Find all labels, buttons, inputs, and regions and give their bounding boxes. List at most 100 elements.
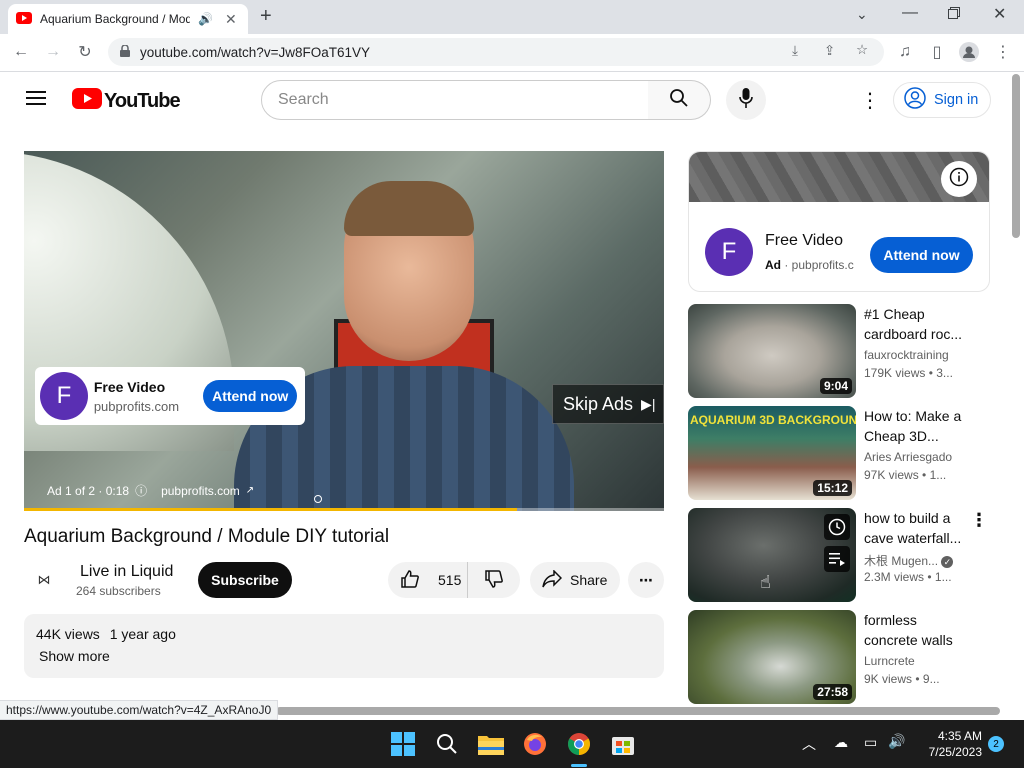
recommendation-channel[interactable]: fauxrocktraining [864,348,949,362]
address-bar[interactable]: youtube.com/watch?v=Jw8FOaT61VY ⤓ ⇪ ☆ [108,38,884,66]
windows-taskbar: ︿ ☁ ▭ 🔊 4:35 AM 7/25/2023 2 [0,720,1024,768]
restore-icon[interactable] [948,6,960,24]
recommendation-more-icon[interactable]: ⋮ [970,510,988,531]
new-tab-icon[interactable]: + [260,5,272,28]
side-panel-icon[interactable]: ▯ [924,39,950,65]
clock[interactable]: 4:35 AM 7/25/2023 [918,728,982,760]
tab-search-chevron-icon[interactable]: ⌄ [856,6,868,23]
bookmark-star-icon[interactable]: ☆ [856,42,868,58]
video-thumbnail[interactable]: 27:58 [688,610,856,704]
settings-more-icon[interactable]: ⋮ [860,88,880,113]
player-overlay-ad[interactable]: F Free Video pubprofits.com Attend now [35,367,305,425]
browser-tab[interactable]: Aquarium Background / Module DIY tutoria… [8,4,248,34]
chrome-icon[interactable] [565,730,593,758]
file-explorer-icon[interactable] [477,730,505,758]
notification-badge[interactable]: 2 [988,736,1004,752]
side-ad-title: Free Video [765,232,843,249]
browser-tab-strip: Aquarium Background / Module DIY tutoria… [0,0,1024,34]
thumbs-up-icon [400,569,420,592]
firefox-icon[interactable] [521,730,549,758]
share-button[interactable]: Share [530,562,620,598]
display-icon[interactable]: ▭ [864,734,877,751]
recommendation-meta: 179K views • 3... [864,366,953,380]
more-actions-button[interactable]: ⋯ [628,562,664,598]
search-button[interactable] [648,80,711,120]
recommendation-item[interactable]: 27:58 formless concrete walls Lurncrete … [688,610,998,704]
show-hidden-icons-chevron-icon[interactable]: ︿ [802,734,816,754]
youtube-play-logo-icon [72,88,102,114]
volume-icon[interactable]: 🔊 [888,733,905,750]
search-input[interactable]: Search [261,80,649,120]
rec-age: 1... [934,570,952,584]
video-thumbnail[interactable]: ☝ [688,508,856,602]
subscribe-button[interactable]: Subscribe [198,562,292,598]
channel-avatar[interactable]: ⋈ [26,562,62,598]
video-thumbnail[interactable]: 9:04 [688,304,856,398]
video-player[interactable] [24,151,664,511]
network-icon[interactable]: ☁ [834,734,848,751]
voice-search-button[interactable] [726,80,766,120]
recommendation-item[interactable]: ☝ how to build a cave waterfall... ⋮ 木根 … [688,508,998,602]
install-app-icon[interactable]: ⤓ [792,43,798,59]
horizontal-scrollbar[interactable] [276,707,1000,715]
recommendation-item[interactable]: AQUARIUM 3D BACKGROUND 15:12 How to: Mak… [688,406,998,500]
show-more-link[interactable]: Show more [39,648,652,664]
recommendation-item[interactable]: 9:04 #1 Cheap cardboard roc... fauxrockt… [688,304,998,398]
like-count: 515 [438,572,462,588]
sign-in-button[interactable]: Sign in [893,82,991,118]
progress-fill [24,508,517,511]
recommendation-title: formless concrete walls [864,612,953,648]
forward-icon[interactable]: → [40,39,66,65]
player-mute-indicator-icon [314,495,322,503]
ad-info-icon[interactable]: ⓘ [135,482,147,499]
profile-icon[interactable] [956,39,982,65]
minimize-icon[interactable]: — [902,4,918,22]
add-to-queue-icon[interactable] [824,546,850,572]
skip-ads-button[interactable]: Skip Ads ▶| [552,384,664,424]
rec-age: 3... [936,366,953,380]
watch-later-icon[interactable] [824,514,850,540]
description-box[interactable]: 44K views 1 year ago Show more [24,614,664,678]
microphone-icon [739,87,753,113]
subscriber-count: 264 subscribers [76,584,161,598]
share-page-icon[interactable]: ⇪ [824,43,835,59]
hamburger-menu-icon[interactable] [26,90,46,111]
close-window-icon[interactable]: ✕ [993,4,1006,24]
microsoft-store-icon[interactable] [609,730,637,758]
overlay-ad-domain: pubprofits.com [93,398,180,414]
search-placeholder: Search [278,91,329,108]
view-stats: 44K views 1 year ago [36,626,652,642]
audio-playing-icon[interactable]: 🔊 [198,12,213,26]
account-circle-icon [904,87,926,113]
like-dislike-group: 515 [388,562,520,598]
browser-menu-icon[interactable]: ⋮ [990,39,1016,65]
ad-link[interactable]: pubprofits.com [161,484,240,498]
vertical-scrollbar[interactable] [1012,74,1020,238]
recommendation-channel[interactable]: Aries Arriesgado [864,450,952,464]
youtube-logo[interactable]: YouTube [72,88,181,114]
windows-start-icon[interactable] [389,730,417,758]
recommendation-channel[interactable]: Lurncrete [864,654,915,668]
rec-views: 9K views [864,672,913,686]
reload-icon[interactable]: ↻ [72,39,98,65]
player-progress-bar[interactable] [24,508,664,511]
dislike-button[interactable] [468,562,520,598]
chrome-active-indicator [571,764,587,767]
channel-name[interactable]: Live in Liquid [80,563,173,581]
back-icon[interactable]: ← [8,39,34,65]
sidebar-ad-card[interactable]: F Free Video Ad · pubprofits.c Attend no… [688,151,990,292]
like-button[interactable]: 515 [388,562,468,598]
recommendation-channel[interactable]: 木根 Mugen... ✓ [864,552,954,569]
youtube-header: YouTube Search ⋮ Sign in [0,72,1024,128]
recommendation-meta: 9K views • 9... [864,672,940,686]
clock-time: 4:35 AM [937,729,982,743]
side-attend-now-button[interactable]: Attend now [870,237,973,273]
overlay-attend-now-button[interactable]: Attend now [203,380,297,412]
rec-age: 9... [922,672,940,686]
video-thumbnail[interactable]: AQUARIUM 3D BACKGROUND 15:12 [688,406,856,500]
close-tab-icon[interactable]: ✕ [225,11,237,28]
media-control-icon[interactable]: ♫ [892,39,918,65]
ad-info-button[interactable] [941,161,977,197]
recommendation-meta: 2.3M views • 1... [864,570,952,584]
taskbar-search-icon[interactable] [433,730,461,758]
